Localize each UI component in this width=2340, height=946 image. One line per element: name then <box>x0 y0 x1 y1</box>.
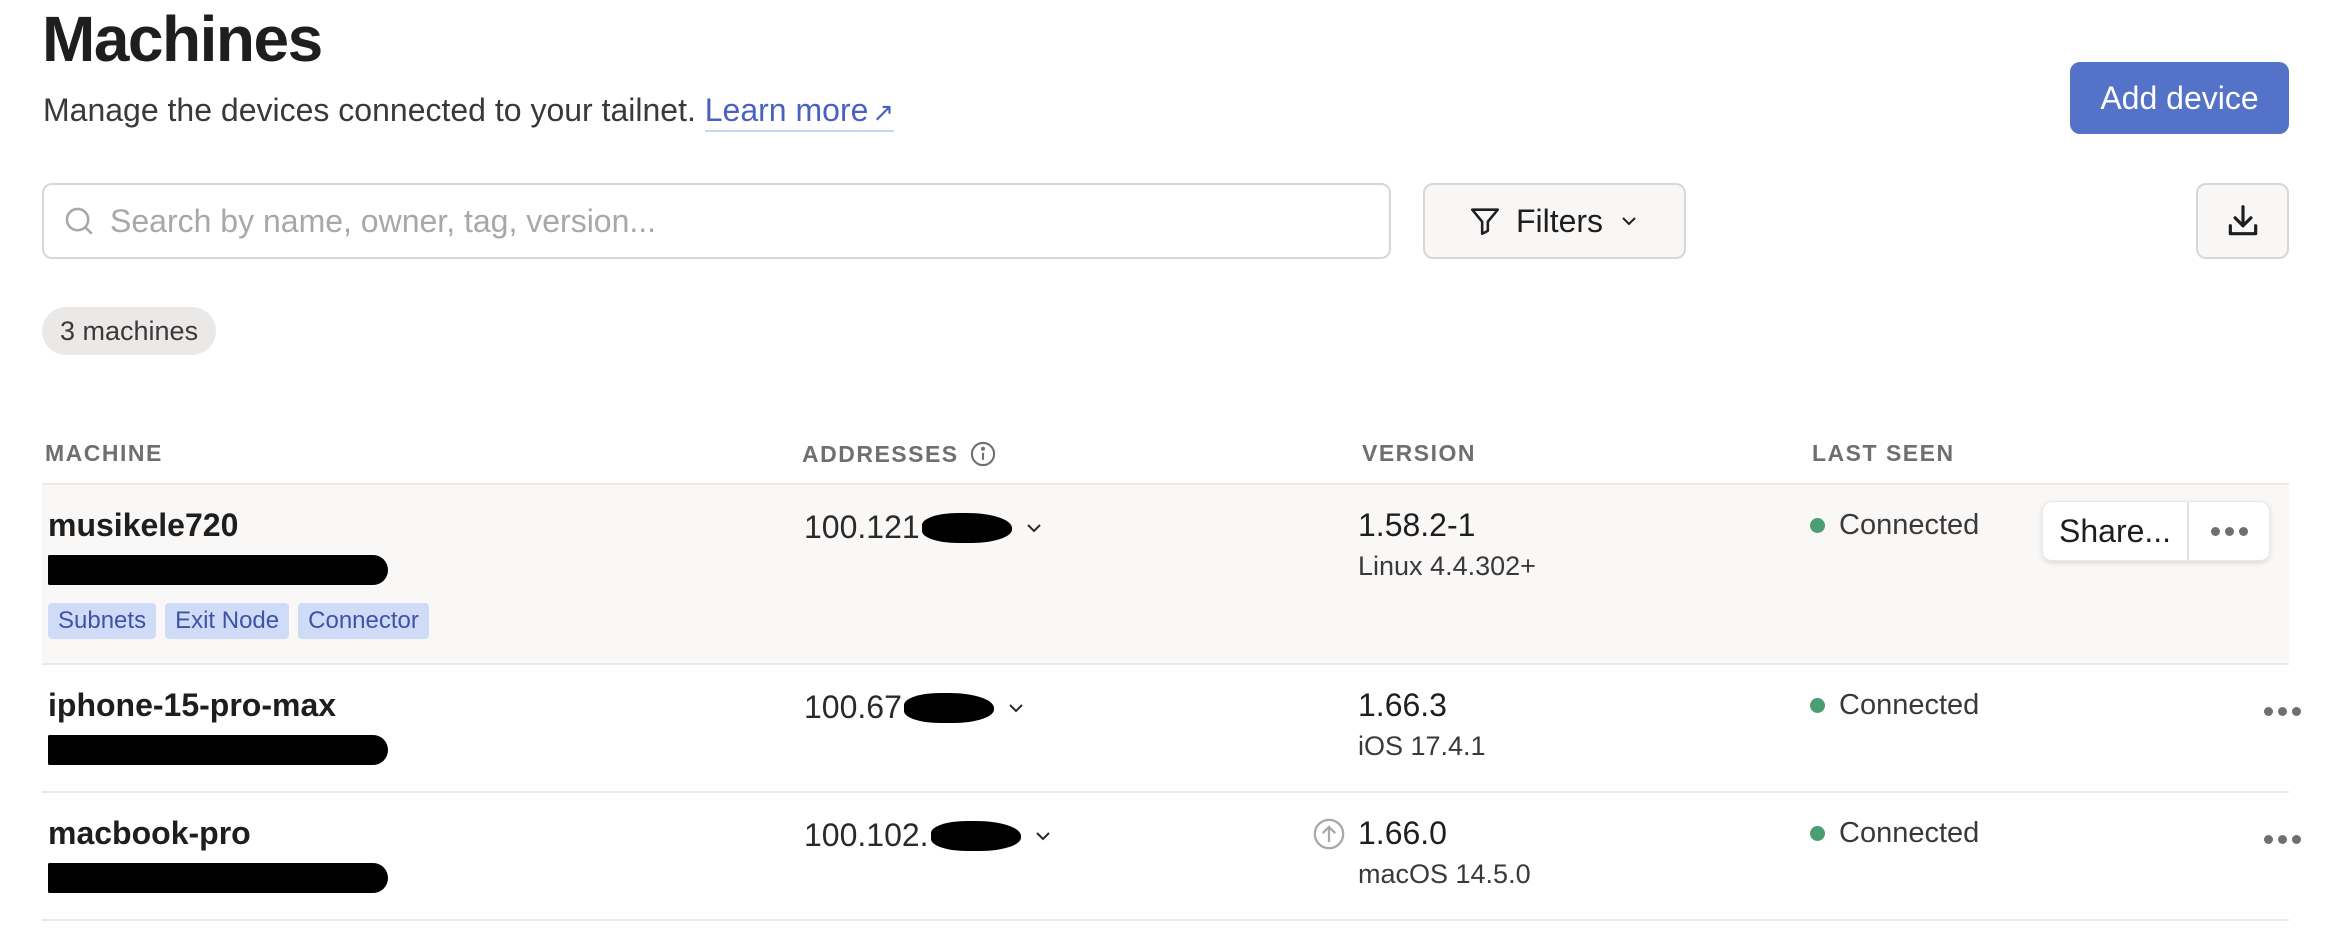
redacted-owner <box>48 863 388 893</box>
redacted-address <box>921 512 1012 543</box>
machine-os: Linux 4.4.302+ <box>1358 551 1536 581</box>
redacted-address <box>903 692 994 723</box>
machine-version: 1.66.0 <box>1358 815 1447 851</box>
info-icon[interactable] <box>969 440 997 468</box>
row-actions: Share... <box>2042 501 2271 561</box>
status-indicator: Connected <box>1810 509 1979 542</box>
table-row[interactable]: musikele720 Subnets Exit Node Connector … <box>42 485 2289 665</box>
search-icon <box>65 207 93 235</box>
machine-version: 1.58.2-1 <box>1358 507 1476 543</box>
more-options-button[interactable] <box>2242 681 2322 741</box>
chevron-down-icon[interactable] <box>1004 696 1028 720</box>
machine-tags: Subnets Exit Node Connector <box>48 603 429 639</box>
machine-address: 100.102. <box>804 817 1055 854</box>
machine-name[interactable]: iphone-15-pro-max <box>48 687 336 724</box>
machine-version: 1.66.3 <box>1358 687 1447 723</box>
column-label: ADDRESSES <box>802 440 959 467</box>
status-text: Connected <box>1839 509 1980 541</box>
search-input[interactable] <box>110 202 1389 240</box>
redacted-address <box>930 820 1021 851</box>
chevron-down-icon[interactable] <box>1022 516 1046 540</box>
learn-more-link[interactable]: Learn more ↗ <box>704 92 895 132</box>
column-label: LAST SEEN <box>1812 440 1955 466</box>
download-button[interactable] <box>2196 183 2289 259</box>
more-options-button[interactable] <box>2189 502 2269 560</box>
machine-address: 100.121 <box>804 509 1046 546</box>
status-text: Connected <box>1839 689 1980 721</box>
status-indicator: Connected <box>1810 817 1979 850</box>
machine-name[interactable]: musikele720 <box>48 507 238 544</box>
machine-address: 100.67 <box>804 689 1028 726</box>
redacted-owner <box>48 735 388 765</box>
table-row[interactable]: macbook-pro 100.102. 1.66.0 macOS 14.5.0… <box>42 793 2301 921</box>
filters-label: Filters <box>1515 202 1604 239</box>
redacted-owner <box>48 555 388 585</box>
share-button[interactable]: Share... <box>2043 502 2190 560</box>
machine-count-badge: 3 machines <box>42 307 217 355</box>
column-label: MACHINE <box>45 440 163 466</box>
column-label: VERSION <box>1362 440 1477 466</box>
filters-button[interactable]: Filters <box>1423 183 1686 259</box>
ellipsis-icon <box>2263 706 2301 716</box>
tag-badge: Subnets <box>48 603 157 639</box>
table-header: MACHINE ADDRESSES VERSION LAST SEEN <box>42 420 2289 485</box>
subtitle-text: Manage the devices connected to your tai… <box>43 92 696 128</box>
learn-more-label: Learn more <box>704 92 869 128</box>
update-available-icon[interactable] <box>1312 817 1346 851</box>
search-box[interactable] <box>42 183 1391 259</box>
download-icon <box>2228 205 2257 236</box>
ellipsis-icon <box>2210 526 2248 536</box>
address-text: 100.67 <box>804 689 902 725</box>
chevron-down-icon[interactable] <box>1031 824 1055 848</box>
address-text: 100.121 <box>804 509 920 545</box>
machine-name[interactable]: macbook-pro <box>48 815 251 852</box>
arrow-up-right-icon: ↗ <box>872 97 895 127</box>
table-row[interactable]: iphone-15-pro-max 100.67 1.66.3 iOS 17.4… <box>42 665 2301 793</box>
chevron-down-icon <box>1622 217 1636 226</box>
column-header-machine[interactable]: MACHINE <box>45 440 163 467</box>
column-header-last-seen[interactable]: LAST SEEN <box>1812 440 1955 467</box>
tag-badge: Connector <box>298 603 429 639</box>
status-dot-icon <box>1810 826 1825 841</box>
machine-os: macOS 14.5.0 <box>1358 859 1531 889</box>
more-options-button[interactable] <box>2242 809 2322 869</box>
add-device-button[interactable]: Add device <box>2070 62 2289 134</box>
page-title: Machines <box>42 3 323 75</box>
machines-table: MACHINE ADDRESSES VERSION LAST SEEN musi… <box>42 420 2301 921</box>
address-text: 100.102. <box>804 817 929 853</box>
status-dot-icon <box>1810 518 1825 533</box>
status-text: Connected <box>1839 817 1980 849</box>
ellipsis-icon <box>2263 834 2301 844</box>
column-header-addresses[interactable]: ADDRESSES <box>802 440 997 468</box>
filter-icon <box>1470 208 1499 236</box>
page-subtitle: Manage the devices connected to your tai… <box>43 92 895 132</box>
tag-badge: Exit Node <box>165 603 290 639</box>
status-indicator: Connected <box>1810 689 1979 722</box>
machine-os: iOS 17.4.1 <box>1358 731 1486 761</box>
status-dot-icon <box>1810 698 1825 713</box>
column-header-version[interactable]: VERSION <box>1362 440 1476 467</box>
